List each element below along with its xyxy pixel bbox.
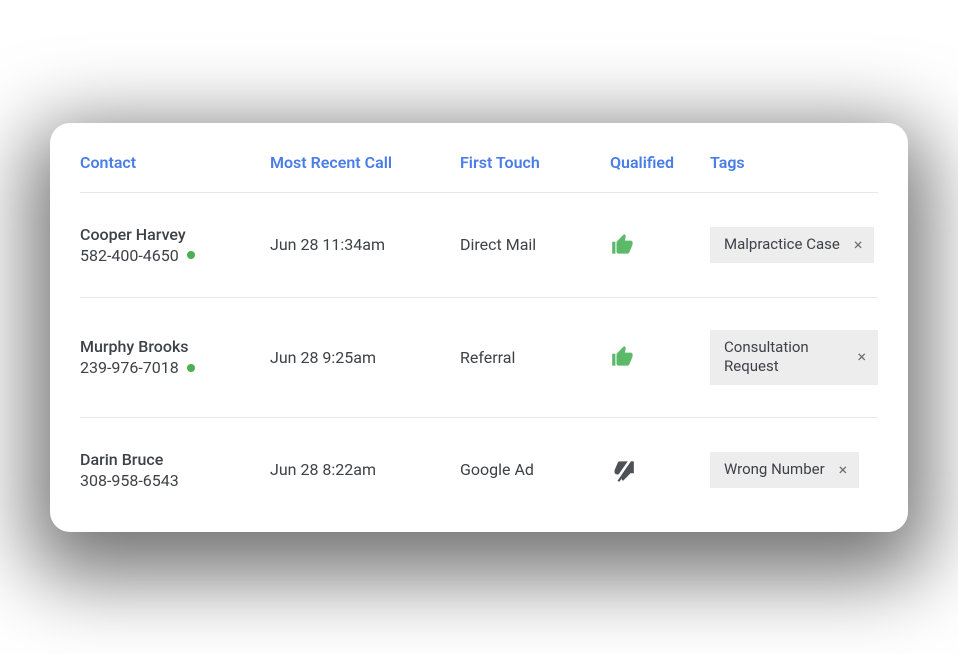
table-row[interactable]: Murphy Brooks 239-976-7018 Jun 28 9:25am…: [80, 298, 878, 418]
contact-cell: Darin Bruce 308-958-6543: [80, 450, 270, 490]
header-recent-call[interactable]: Most Recent Call: [270, 153, 460, 172]
tags-cell: Consultation Request ×: [710, 330, 878, 385]
table-row[interactable]: Darin Bruce 308-958-6543 Jun 28 8:22am G…: [80, 418, 878, 522]
close-icon[interactable]: ×: [837, 460, 850, 480]
first-touch-cell: Google Ad: [460, 460, 610, 479]
recent-call-cell: Jun 28 11:34am: [270, 235, 460, 254]
contact-cell: Cooper Harvey 582-400-4650: [80, 225, 270, 265]
tags-cell: Malpractice Case ×: [710, 227, 878, 263]
status-dot-icon: [187, 364, 195, 372]
tag-label: Consultation Request: [724, 338, 843, 377]
contact-phone: 239-976-7018: [80, 358, 179, 377]
thumbs-up-icon: [610, 344, 636, 370]
thumbs-up-icon: [610, 232, 636, 258]
status-dot-icon: [187, 251, 195, 259]
contact-cell: Murphy Brooks 239-976-7018: [80, 337, 270, 377]
header-qualified[interactable]: Qualified: [610, 153, 710, 172]
contact-name: Darin Bruce: [80, 450, 270, 469]
tag-label: Wrong Number: [724, 460, 825, 480]
header-contact[interactable]: Contact: [80, 153, 270, 172]
close-icon[interactable]: ×: [852, 235, 865, 255]
contact-phone-wrap: 582-400-4650: [80, 246, 270, 265]
header-tags[interactable]: Tags: [710, 153, 878, 172]
tag-chip[interactable]: Consultation Request ×: [710, 330, 878, 385]
header-first-touch[interactable]: First Touch: [460, 153, 610, 172]
table-header-row: Contact Most Recent Call First Touch Qua…: [80, 153, 878, 193]
tag-chip[interactable]: Wrong Number ×: [710, 452, 859, 488]
qualified-cell: [610, 232, 710, 258]
first-touch-cell: Referral: [460, 348, 610, 367]
close-icon[interactable]: ×: [855, 347, 868, 367]
qualified-cell: [610, 457, 710, 483]
contacts-card: Contact Most Recent Call First Touch Qua…: [50, 123, 908, 532]
contact-name: Murphy Brooks: [80, 337, 270, 356]
qualified-cell: [610, 344, 710, 370]
contact-phone-wrap: 239-976-7018: [80, 358, 270, 377]
thumbs-down-muted-icon: [610, 457, 636, 483]
contacts-table: Contact Most Recent Call First Touch Qua…: [80, 153, 878, 522]
tags-cell: Wrong Number ×: [710, 452, 878, 488]
contact-phone: 308-958-6543: [80, 471, 179, 490]
contact-name: Cooper Harvey: [80, 225, 270, 244]
tag-label: Malpractice Case: [724, 235, 840, 255]
recent-call-cell: Jun 28 9:25am: [270, 348, 460, 367]
table-row[interactable]: Cooper Harvey 582-400-4650 Jun 28 11:34a…: [80, 193, 878, 298]
contact-phone-wrap: 308-958-6543: [80, 471, 270, 490]
first-touch-cell: Direct Mail: [460, 235, 610, 254]
contact-phone: 582-400-4650: [80, 246, 179, 265]
tag-chip[interactable]: Malpractice Case ×: [710, 227, 874, 263]
recent-call-cell: Jun 28 8:22am: [270, 460, 460, 479]
